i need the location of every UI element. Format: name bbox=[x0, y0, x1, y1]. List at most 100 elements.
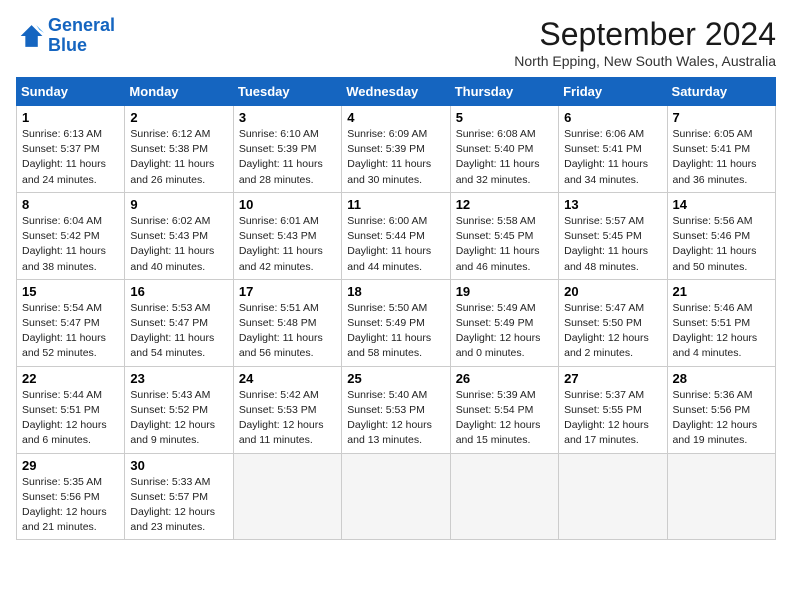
calendar-week-row: 8 Sunrise: 6:04 AMSunset: 5:42 PMDaylight… bbox=[17, 192, 776, 279]
day-number: 17 bbox=[239, 284, 336, 299]
logo-line1: General bbox=[48, 15, 115, 35]
calendar-cell: 5Sunrise: 6:08 AMSunset: 5:40 PMDaylight… bbox=[450, 106, 558, 193]
day-number: 11 bbox=[347, 197, 444, 212]
day-info: Sunrise: 5:54 AMSunset: 5:47 PMDaylight:… bbox=[22, 301, 119, 362]
calendar-cell: 19 Sunrise: 5:49 AMSunset: 5:49 PMDayligh… bbox=[450, 279, 558, 366]
day-info: Sunrise: 5:44 AMSunset: 5:51 PMDaylight:… bbox=[22, 388, 119, 449]
title-area: September 2024 North Epping, New South W… bbox=[514, 16, 776, 69]
day-info: Sunrise: 6:02 AMSunset: 5:43 PMDaylight:… bbox=[130, 214, 227, 275]
calendar-cell: 9 Sunrise: 6:02 AMSunset: 5:43 PMDaylight… bbox=[125, 192, 233, 279]
calendar-cell bbox=[559, 453, 667, 540]
logo-line2: Blue bbox=[48, 35, 87, 55]
day-info: Sunrise: 5:37 AMSunset: 5:55 PMDaylight:… bbox=[564, 388, 661, 449]
calendar-cell: 21 Sunrise: 5:46 AMSunset: 5:51 PMDayligh… bbox=[667, 279, 775, 366]
header-day: Wednesday bbox=[342, 78, 450, 106]
header-day: Tuesday bbox=[233, 78, 341, 106]
logo-icon bbox=[16, 22, 44, 50]
calendar-cell: 10Sunrise: 6:01 AMSunset: 5:43 PMDayligh… bbox=[233, 192, 341, 279]
header-day: Thursday bbox=[450, 78, 558, 106]
day-number: 14 bbox=[673, 197, 770, 212]
header-day: Sunday bbox=[17, 78, 125, 106]
day-info: Sunrise: 5:36 AMSunset: 5:56 PMDaylight:… bbox=[673, 388, 770, 449]
calendar-cell: 30Sunrise: 5:33 AMSunset: 5:57 PMDayligh… bbox=[125, 453, 233, 540]
day-info: Sunrise: 6:05 AMSunset: 5:41 PMDaylight:… bbox=[673, 127, 770, 188]
day-info: Sunrise: 5:56 AMSunset: 5:46 PMDaylight:… bbox=[673, 214, 770, 275]
calendar-cell: 29 Sunrise: 5:35 AMSunset: 5:56 PMDayligh… bbox=[17, 453, 125, 540]
calendar-cell: 28 Sunrise: 5:36 AMSunset: 5:56 PMDayligh… bbox=[667, 366, 775, 453]
calendar-cell: 26 Sunrise: 5:39 AMSunset: 5:54 PMDayligh… bbox=[450, 366, 558, 453]
calendar-cell: 11Sunrise: 6:00 AMSunset: 5:44 PMDayligh… bbox=[342, 192, 450, 279]
day-number: 29 bbox=[22, 458, 119, 473]
calendar-cell: 16Sunrise: 5:53 AMSunset: 5:47 PMDayligh… bbox=[125, 279, 233, 366]
day-info: Sunrise: 5:50 AMSunset: 5:49 PMDaylight:… bbox=[347, 301, 444, 362]
day-number: 9 bbox=[130, 197, 227, 212]
calendar-table: SundayMondayTuesdayWednesdayThursdayFrid… bbox=[16, 77, 776, 540]
day-info: Sunrise: 5:47 AMSunset: 5:50 PMDaylight:… bbox=[564, 301, 661, 362]
day-info: Sunrise: 6:09 AMSunset: 5:39 PMDaylight:… bbox=[347, 127, 444, 188]
day-number: 7 bbox=[673, 110, 770, 125]
calendar-cell: 18 Sunrise: 5:50 AMSunset: 5:49 PMDayligh… bbox=[342, 279, 450, 366]
day-number: 3 bbox=[239, 110, 336, 125]
day-info: Sunrise: 5:35 AMSunset: 5:56 PMDaylight:… bbox=[22, 475, 119, 536]
day-number: 25 bbox=[347, 371, 444, 386]
logo-text: General Blue bbox=[48, 16, 115, 56]
calendar-cell: 22 Sunrise: 5:44 AMSunset: 5:51 PMDayligh… bbox=[17, 366, 125, 453]
day-number: 21 bbox=[673, 284, 770, 299]
page-header: General Blue September 2024 North Epping… bbox=[16, 16, 776, 69]
calendar-subtitle: North Epping, New South Wales, Australia bbox=[514, 53, 776, 69]
day-info: Sunrise: 6:12 AMSunset: 5:38 PMDaylight:… bbox=[130, 127, 227, 188]
day-info: Sunrise: 6:06 AMSunset: 5:41 PMDaylight:… bbox=[564, 127, 661, 188]
day-number: 4 bbox=[347, 110, 444, 125]
day-info: Sunrise: 5:49 AMSunset: 5:49 PMDaylight:… bbox=[456, 301, 553, 362]
calendar-cell: 27 Sunrise: 5:37 AMSunset: 5:55 PMDayligh… bbox=[559, 366, 667, 453]
calendar-cell: 4 Sunrise: 6:09 AMSunset: 5:39 PMDaylight… bbox=[342, 106, 450, 193]
day-info: Sunrise: 5:57 AMSunset: 5:45 PMDaylight:… bbox=[564, 214, 661, 275]
calendar-week-row: 15 Sunrise: 5:54 AMSunset: 5:47 PMDayligh… bbox=[17, 279, 776, 366]
header-day: Friday bbox=[559, 78, 667, 106]
calendar-cell: 25 Sunrise: 5:40 AMSunset: 5:53 PMDayligh… bbox=[342, 366, 450, 453]
calendar-cell: 6Sunrise: 6:06 AMSunset: 5:41 PMDaylight… bbox=[559, 106, 667, 193]
day-info: Sunrise: 5:42 AMSunset: 5:53 PMDaylight:… bbox=[239, 388, 336, 449]
calendar-week-row: 22 Sunrise: 5:44 AMSunset: 5:51 PMDayligh… bbox=[17, 366, 776, 453]
header-row: SundayMondayTuesdayWednesdayThursdayFrid… bbox=[17, 78, 776, 106]
day-number: 16 bbox=[130, 284, 227, 299]
day-info: Sunrise: 5:43 AMSunset: 5:52 PMDaylight:… bbox=[130, 388, 227, 449]
calendar-cell bbox=[342, 453, 450, 540]
day-number: 19 bbox=[456, 284, 553, 299]
day-number: 18 bbox=[347, 284, 444, 299]
calendar-cell: 3Sunrise: 6:10 AMSunset: 5:39 PMDaylight… bbox=[233, 106, 341, 193]
day-info: Sunrise: 5:58 AMSunset: 5:45 PMDaylight:… bbox=[456, 214, 553, 275]
header-day: Monday bbox=[125, 78, 233, 106]
day-number: 1 bbox=[22, 110, 119, 125]
calendar-cell: 8 Sunrise: 6:04 AMSunset: 5:42 PMDaylight… bbox=[17, 192, 125, 279]
calendar-cell: 17 Sunrise: 5:51 AMSunset: 5:48 PMDayligh… bbox=[233, 279, 341, 366]
logo: General Blue bbox=[16, 16, 115, 56]
day-number: 15 bbox=[22, 284, 119, 299]
day-number: 13 bbox=[564, 197, 661, 212]
day-number: 12 bbox=[456, 197, 553, 212]
header-day: Saturday bbox=[667, 78, 775, 106]
calendar-week-row: 1Sunrise: 6:13 AMSunset: 5:37 PMDaylight… bbox=[17, 106, 776, 193]
day-info: Sunrise: 5:40 AMSunset: 5:53 PMDaylight:… bbox=[347, 388, 444, 449]
day-number: 30 bbox=[130, 458, 227, 473]
day-number: 23 bbox=[130, 371, 227, 386]
day-number: 5 bbox=[456, 110, 553, 125]
day-number: 28 bbox=[673, 371, 770, 386]
day-info: Sunrise: 5:39 AMSunset: 5:54 PMDaylight:… bbox=[456, 388, 553, 449]
day-info: Sunrise: 5:51 AMSunset: 5:48 PMDaylight:… bbox=[239, 301, 336, 362]
day-number: 8 bbox=[22, 197, 119, 212]
calendar-week-row: 29 Sunrise: 5:35 AMSunset: 5:56 PMDayligh… bbox=[17, 453, 776, 540]
day-number: 26 bbox=[456, 371, 553, 386]
calendar-title: September 2024 bbox=[514, 16, 776, 53]
calendar-cell: 2 Sunrise: 6:12 AMSunset: 5:38 PMDaylight… bbox=[125, 106, 233, 193]
calendar-cell: 13 Sunrise: 5:57 AMSunset: 5:45 PMDayligh… bbox=[559, 192, 667, 279]
day-number: 24 bbox=[239, 371, 336, 386]
day-number: 22 bbox=[22, 371, 119, 386]
day-info: Sunrise: 5:46 AMSunset: 5:51 PMDaylight:… bbox=[673, 301, 770, 362]
day-number: 20 bbox=[564, 284, 661, 299]
day-number: 27 bbox=[564, 371, 661, 386]
calendar-cell: 20 Sunrise: 5:47 AMSunset: 5:50 PMDayligh… bbox=[559, 279, 667, 366]
day-number: 2 bbox=[130, 110, 227, 125]
calendar-cell: 23 Sunrise: 5:43 AMSunset: 5:52 PMDayligh… bbox=[125, 366, 233, 453]
day-info: Sunrise: 6:04 AMSunset: 5:42 PMDaylight:… bbox=[22, 214, 119, 275]
